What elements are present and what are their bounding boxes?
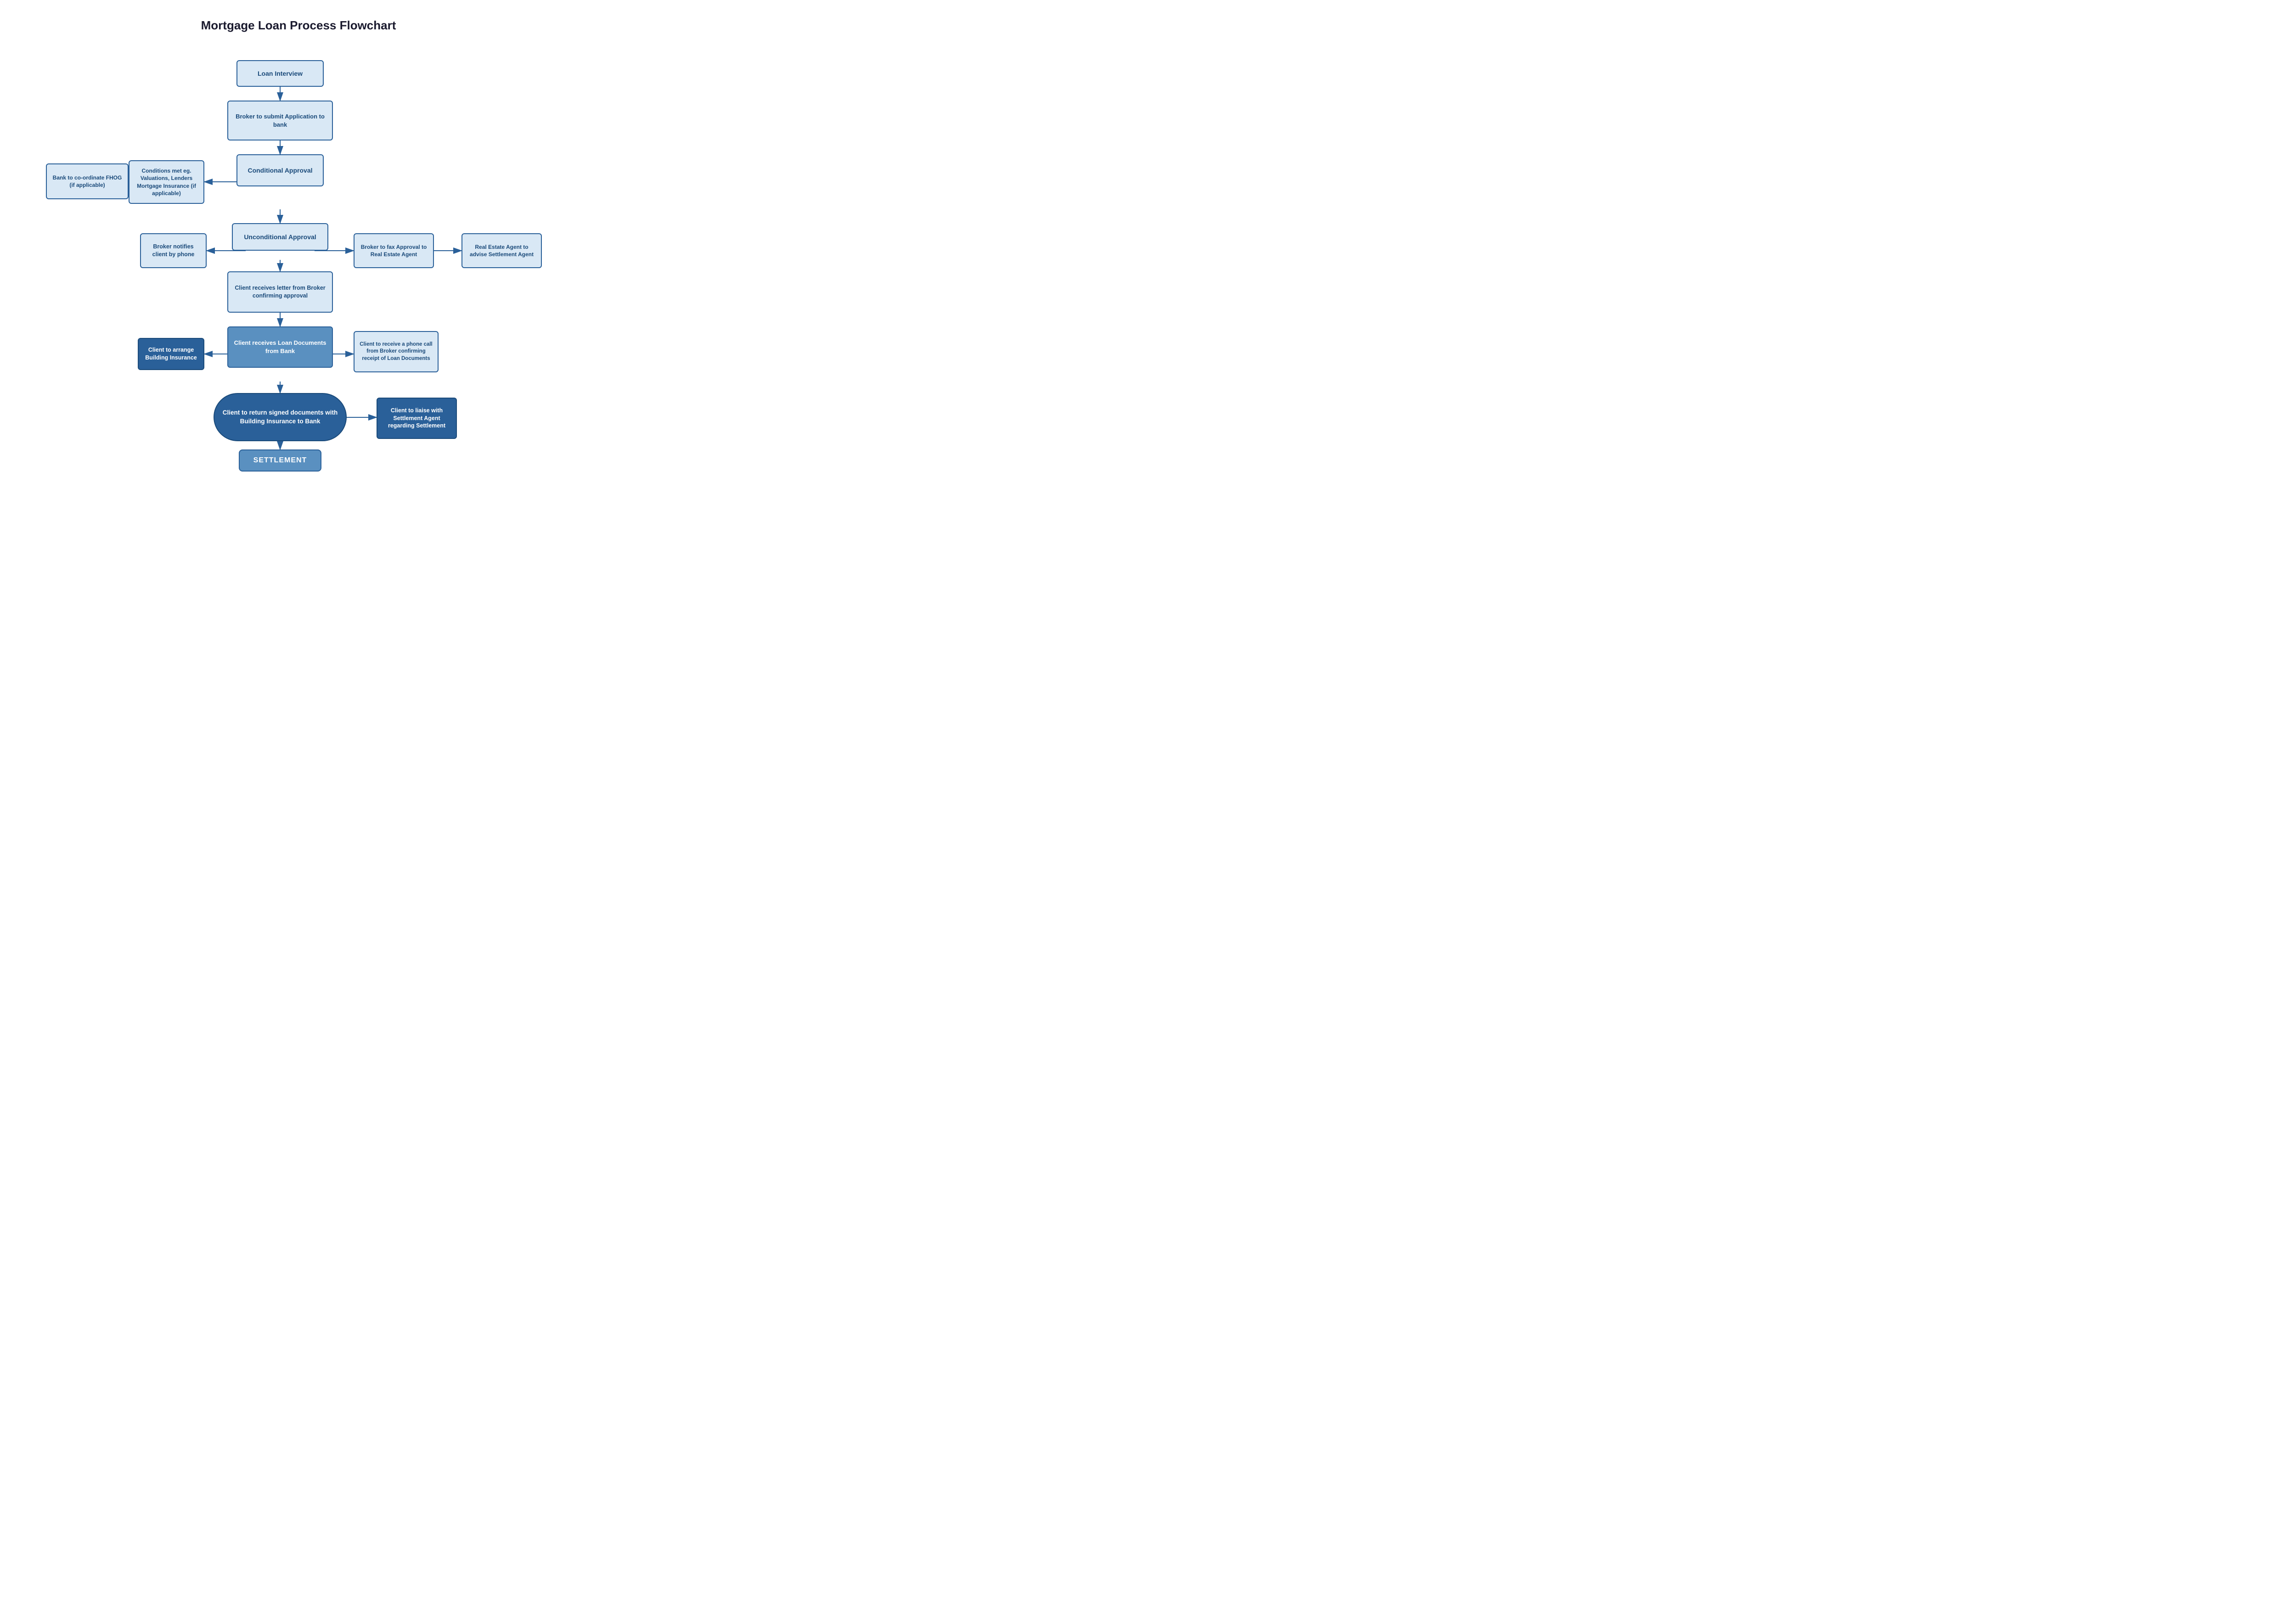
- conditions-met-box: Conditions met eg. Valuations, Lenders M…: [129, 160, 204, 204]
- real-estate-agent-box: Real Estate Agent to advise Settlement A…: [461, 233, 542, 268]
- broker-fax-box: Broker to fax Approval to Real Estate Ag…: [354, 233, 434, 268]
- client-return-docs-box: Client to return signed documents with B…: [214, 393, 347, 441]
- conditional-approval-box: Conditional Approval: [236, 154, 324, 186]
- client-arrange-insurance-box: Client to arrange Building Insurance: [138, 338, 204, 370]
- page-title: Mortgage Loan Process Flowchart: [14, 18, 583, 33]
- client-receives-letter-box: Client receives letter from Broker confi…: [227, 271, 333, 313]
- broker-submit-box: Broker to submit Application to bank: [227, 101, 333, 140]
- bank-fhog-box: Bank to co-ordinate FHOG (if applicable): [46, 163, 129, 199]
- settlement-box: SETTLEMENT: [239, 449, 321, 472]
- loan-interview-box: Loan Interview: [236, 60, 324, 87]
- client-phone-call-box: Client to receive a phone call from Brok…: [354, 331, 439, 372]
- unconditional-approval-box: Unconditional Approval: [232, 223, 328, 251]
- client-loan-docs-box: Client receives Loan Documents from Bank: [227, 326, 333, 368]
- broker-notifies-box: Broker notifies client by phone: [140, 233, 207, 268]
- client-liaise-box: Client to liaise with Settlement Agent r…: [377, 398, 457, 439]
